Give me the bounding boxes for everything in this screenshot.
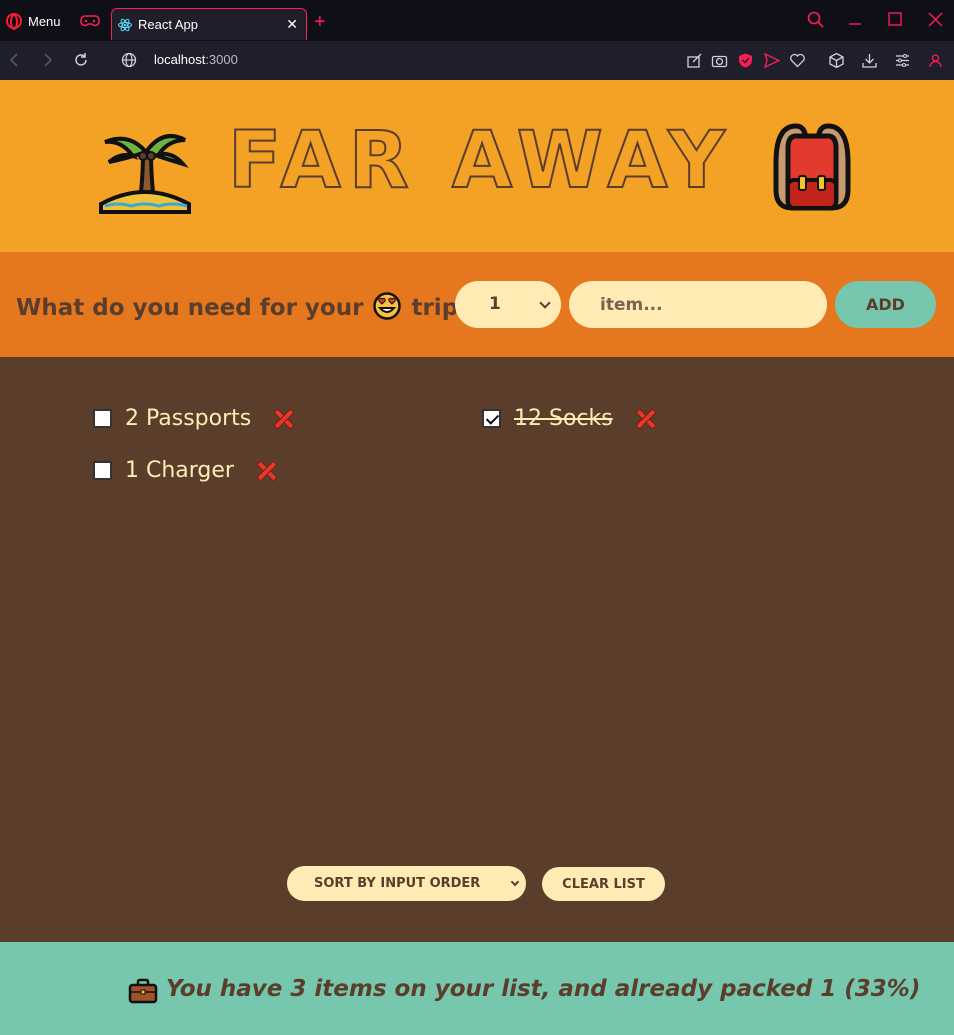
delete-item-icon[interactable] (273, 408, 293, 428)
item-label: 2 Passports (125, 405, 252, 431)
url-port: :3000 (205, 52, 238, 67)
browser-menu-label: Menu (28, 13, 61, 29)
browser-menu-button[interactable]: Menu (6, 11, 61, 31)
clear-list-button[interactable]: CLEAR LIST (542, 867, 665, 901)
add-button[interactable]: ADD (835, 281, 936, 328)
tab-react-app[interactable]: React App ✕ (111, 8, 307, 40)
heart-eyes-emoji-icon (373, 292, 402, 320)
forward-icon[interactable] (38, 51, 56, 69)
send-icon[interactable] (763, 52, 780, 69)
item-checkbox[interactable] (93, 408, 112, 428)
sort-value: SORT BY INPUT ORDER (314, 876, 481, 891)
sort-select[interactable]: SORT BY INPUT ORDER (287, 866, 526, 901)
profile-icon[interactable] (927, 52, 944, 69)
item-label: 1 Charger (125, 457, 234, 483)
heart-icon[interactable] (789, 52, 806, 69)
app-title: FAR AWAY (227, 116, 733, 206)
list-item: 12 Socks (482, 402, 655, 434)
url-field[interactable]: localhost:3000 (154, 52, 238, 67)
list-item: 2 Passports (93, 402, 293, 434)
url-host: localhost (154, 52, 206, 67)
form-question-start: What do you need for your (16, 295, 364, 321)
globe-icon[interactable] (120, 51, 138, 69)
tab-title: React App (138, 17, 198, 32)
tab-close-icon[interactable]: ✕ (286, 18, 298, 32)
item-checkbox[interactable] (482, 408, 501, 428)
quantity-value: 1 (489, 294, 501, 314)
chevron-down-icon (510, 877, 520, 887)
backpack-icon (773, 123, 851, 211)
list-item: 1 Charger (93, 454, 276, 486)
item-checkbox[interactable] (93, 460, 112, 480)
briefcase-icon (128, 978, 158, 1004)
item-input[interactable] (569, 281, 827, 328)
camera-icon[interactable] (711, 52, 728, 69)
shield-icon[interactable] (737, 52, 754, 69)
item-label: 12 Socks (514, 405, 613, 431)
form-question: What do you need for your trip? (16, 292, 472, 321)
close-window-icon[interactable] (926, 10, 946, 30)
maximize-icon[interactable] (886, 10, 906, 30)
extensions-cube-icon[interactable] (828, 52, 845, 69)
gamepad-icon[interactable] (80, 13, 100, 29)
delete-item-icon[interactable] (256, 460, 276, 480)
react-logo-icon (118, 18, 132, 31)
back-icon[interactable] (6, 51, 24, 69)
packing-list (0, 357, 954, 942)
share-icon[interactable] (686, 52, 703, 69)
settings-sliders-icon[interactable] (894, 52, 911, 69)
browser-address-bar: localhost:3000 (0, 41, 954, 80)
opera-logo-icon (6, 13, 22, 30)
reload-icon[interactable] (72, 51, 90, 69)
quantity-select[interactable]: 1 (455, 281, 561, 328)
browser-tab-bar: Menu React App ✕ + (0, 0, 954, 41)
delete-item-icon[interactable] (635, 408, 655, 428)
stats-text: You have 3 items on your list, and alrea… (166, 976, 921, 1002)
search-icon[interactable] (806, 10, 826, 30)
palm-island-icon (99, 134, 191, 214)
chevron-down-icon (539, 297, 551, 309)
new-tab-icon[interactable]: + (314, 12, 326, 32)
minimize-icon[interactable] (846, 10, 866, 30)
download-icon[interactable] (861, 52, 878, 69)
